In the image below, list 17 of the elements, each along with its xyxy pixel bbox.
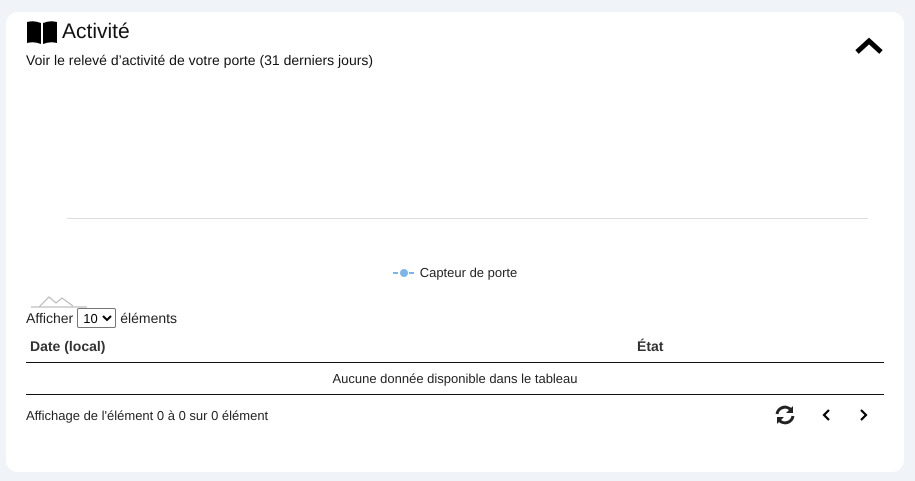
book-icon <box>26 20 58 44</box>
column-header[interactable]: Date (local) <box>30 338 637 354</box>
panel-title: Activité <box>62 20 130 44</box>
collapse-button[interactable] <box>854 36 884 56</box>
empty-message: Aucune donnée disponible dans le tableau <box>26 363 884 395</box>
table-info: Affichage de l'élément 0 à 0 sur 0 élément <box>26 408 268 422</box>
panel-subtitle: Voir le relevé d’activité de votre porte (31 derniers jours) <box>26 52 374 68</box>
length-label: Afficher <box>26 310 74 326</box>
refresh-icon <box>774 405 796 425</box>
chart-logo-icon <box>31 294 87 308</box>
page-size-select[interactable]: 10 <box>77 308 116 328</box>
legend-item[interactable]: Capteur de porte <box>392 265 518 280</box>
length-label: éléments <box>120 310 178 326</box>
chevron-up-icon <box>854 36 884 56</box>
chevron-right-icon <box>858 408 868 422</box>
chevron-left-icon <box>822 408 832 422</box>
column-header[interactable]: État <box>637 338 880 354</box>
